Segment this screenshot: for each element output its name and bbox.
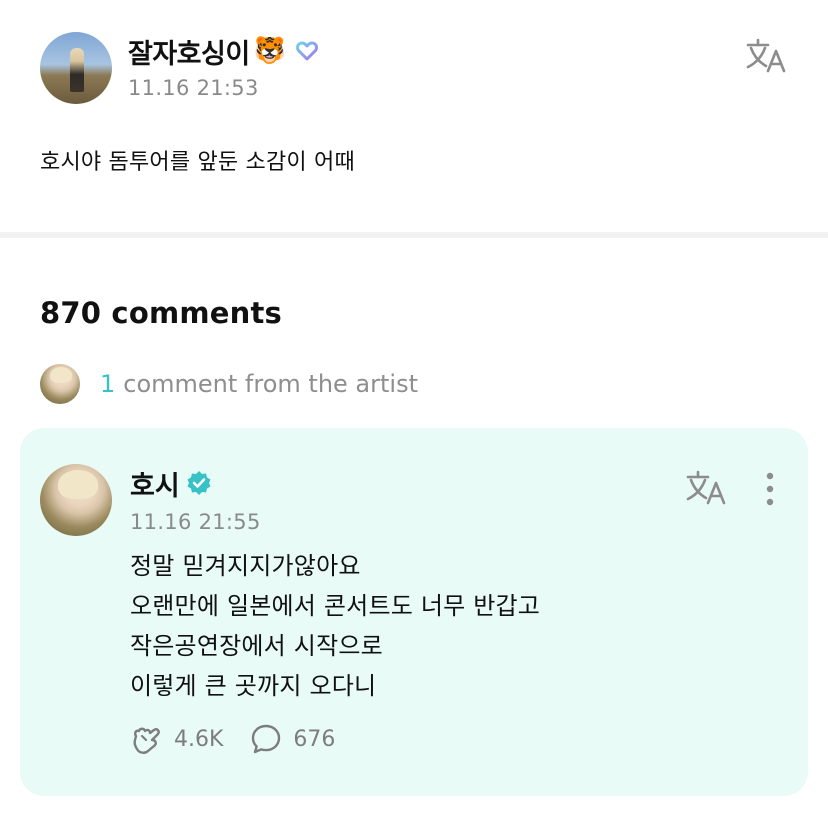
- artist-comment-count: 1: [100, 370, 116, 398]
- comment-actions: 4.6K 676: [130, 722, 361, 756]
- poster-avatar[interactable]: [40, 32, 112, 104]
- post-page: 잘자호싱이 🐯 11.16 21:53 호시야 돔투어를 앞둔 소감이 어때 8…: [0, 0, 828, 829]
- comment-body: 정말 믿겨지지가않아요 오랜만에 일본에서 콘서트도 너무 반갑고 작은공연장에…: [130, 546, 540, 706]
- post-header: 잘자호싱이 🐯 11.16 21:53: [40, 32, 320, 104]
- avatar-figure: [70, 48, 84, 92]
- translate-icon[interactable]: [684, 468, 728, 508]
- comment-line: 정말 믿겨지지가않아요: [130, 552, 361, 580]
- comment-name-row: 호시: [130, 464, 212, 503]
- comment-line: 이렇게 큰 곳까지 오다니: [130, 672, 377, 700]
- verified-icon: [187, 471, 211, 495]
- avatar-hair: [50, 367, 72, 384]
- reply-button[interactable]: 676: [249, 722, 335, 756]
- poster-name-row: 잘자호싱이 🐯: [128, 32, 320, 71]
- reply-icon: [252, 724, 281, 754]
- comments-count: 870 comments: [40, 296, 283, 330]
- artist-avatar[interactable]: [40, 464, 112, 536]
- like-icon: [133, 727, 160, 754]
- artist-comments-link[interactable]: 1 comment from the artist: [40, 364, 418, 404]
- comment-time: 11.16 21:55: [130, 510, 261, 534]
- more-icon[interactable]: [758, 470, 782, 510]
- post-body: 호시야 돔투어를 앞둔 소감이 어때: [40, 150, 355, 175]
- like-button[interactable]: 4.6K: [130, 722, 223, 756]
- reply-count: 676: [293, 726, 336, 752]
- artist-comment-label: comment from the artist: [123, 370, 418, 398]
- comment-line: 작은공연장에서 시작으로: [130, 632, 383, 660]
- artist-comment-card: 호시 11.16 21:55 정말 믿겨지지가않아요 오랜만에 일본에서 콘서트…: [20, 428, 808, 796]
- like-count: 4.6K: [174, 726, 224, 752]
- section-divider: [0, 232, 828, 238]
- membership-icon: [296, 41, 319, 61]
- tiger-emoji: 🐯: [253, 36, 287, 66]
- translate-icon[interactable]: [744, 36, 788, 76]
- avatar-hair: [58, 469, 98, 499]
- comment-line: 오랜만에 일본에서 콘서트도 너무 반갑고: [130, 592, 541, 620]
- poster-meta: 잘자호싱이 🐯 11.16 21:53: [128, 34, 320, 100]
- artist-mini-avatar: [40, 364, 80, 404]
- artist-name[interactable]: 호시: [130, 464, 180, 503]
- post-time: 11.16 21:53: [128, 76, 259, 100]
- poster-name[interactable]: 잘자호싱이: [128, 32, 250, 71]
